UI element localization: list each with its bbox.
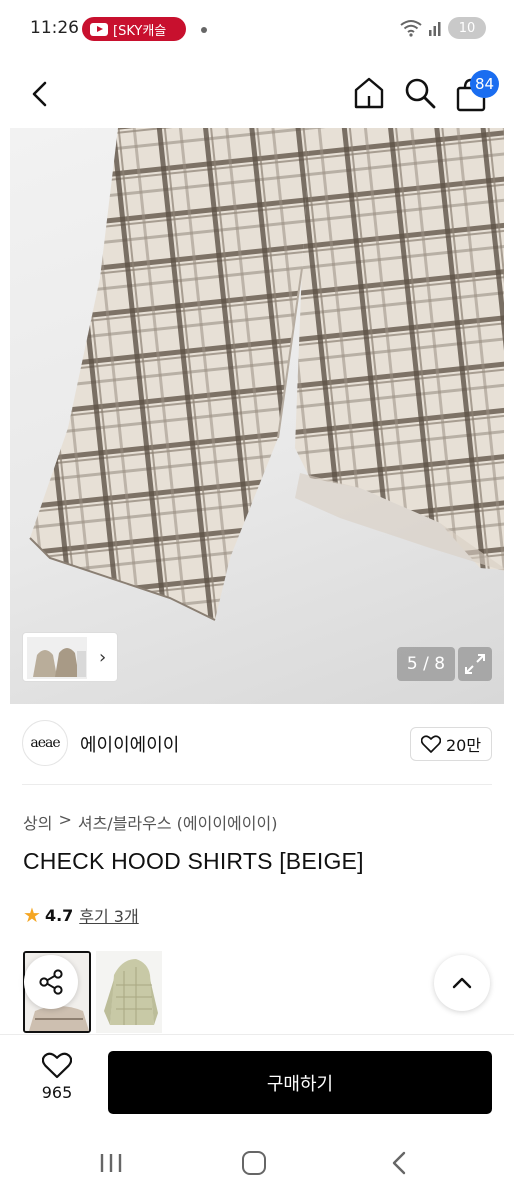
cart-count-badge: 84 (470, 70, 500, 98)
breadcrumb-separator: > (58, 810, 72, 829)
notification-text: [SKY캐슬 (113, 23, 167, 39)
color-option-green[interactable] (96, 951, 162, 1033)
brand-like-count: 20만 (445, 736, 482, 755)
chevron-right-icon: › (99, 647, 107, 668)
brand-like-button[interactable]: 20만 (410, 727, 492, 761)
battery-icon: 10 (448, 17, 486, 39)
home-icon[interactable] (352, 76, 386, 110)
brand-name[interactable]: 에이이에이이 (80, 731, 179, 757)
gallery-page-counter: 5 / 8 (397, 647, 455, 681)
option-thumbnail-green (96, 951, 162, 1033)
breadcrumb-subcategory[interactable]: 셔츠/블라우스 (에이이에이이) (78, 810, 278, 834)
youtube-icon (90, 22, 108, 36)
review-count-link[interactable]: 후기 3개 (79, 903, 138, 927)
expand-icon[interactable] (458, 647, 492, 681)
star-icon: ★ (23, 903, 41, 927)
breadcrumb: 상의 > 셔츠/블라우스 (에이이에이이) (23, 810, 277, 834)
wifi-icon (400, 20, 422, 37)
chevron-up-icon (452, 977, 472, 989)
back-nav-icon[interactable] (388, 1150, 410, 1176)
divider (22, 784, 492, 785)
search-icon[interactable] (403, 76, 437, 110)
scroll-top-button[interactable] (434, 955, 490, 1011)
heart-icon (42, 1052, 72, 1079)
system-icons: 10 (400, 17, 486, 39)
breadcrumb-category[interactable]: 상의 (23, 810, 52, 834)
wishlist-count: 965 (41, 1083, 73, 1102)
rating-row: ★ 4.7 후기 3개 (23, 903, 139, 927)
android-nav-bar (0, 1128, 514, 1200)
recent-apps-icon[interactable] (98, 1152, 124, 1174)
buy-button[interactable]: 구매하기 (108, 1051, 492, 1114)
wishlist-button[interactable]: 965 (30, 1052, 84, 1110)
brand-logo[interactable]: aeae (22, 720, 68, 766)
signal-icon (429, 22, 441, 36)
home-nav-icon[interactable] (242, 1151, 266, 1175)
status-time: 11:26 (30, 18, 79, 38)
share-icon (39, 969, 63, 995)
thumbnail-preview (27, 637, 87, 679)
product-image[interactable] (10, 128, 504, 704)
status-bar: 11:26 [SKY캐슬 10 (0, 0, 514, 60)
app-header (0, 60, 514, 128)
back-arrow-icon[interactable] (24, 78, 56, 110)
youtube-notification[interactable]: [SKY캐슬 (82, 17, 186, 41)
rating-score: 4.7 (44, 905, 74, 925)
notification-dot (201, 27, 207, 33)
plaid-shirt-illustration (29, 128, 504, 621)
gallery-thumbnail-strip[interactable]: › (22, 632, 118, 682)
heart-icon (420, 735, 441, 753)
share-button[interactable] (24, 955, 78, 1009)
product-title: CHECK HOOD SHIRTS [BEIGE] (23, 848, 364, 874)
